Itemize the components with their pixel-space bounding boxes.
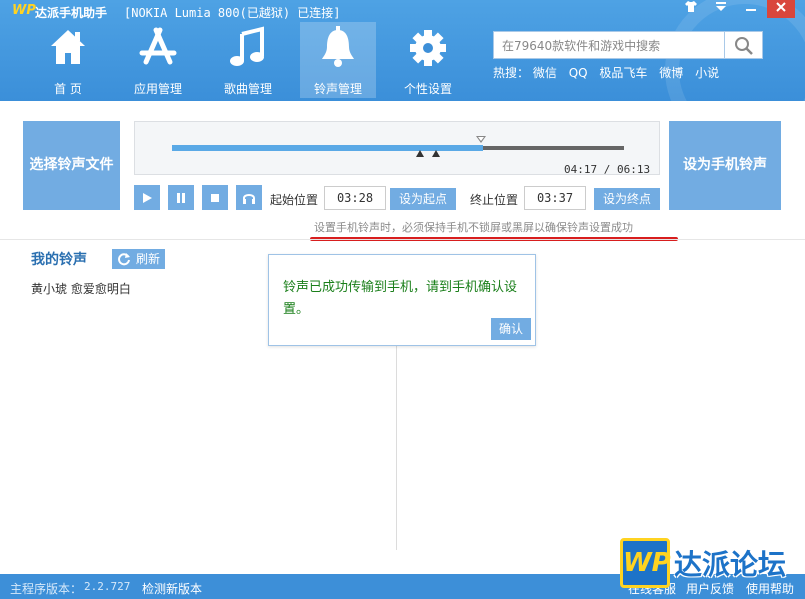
my-ringtones-title: 我的铃声 bbox=[31, 252, 87, 268]
nav-settings[interactable]: 个性设置 bbox=[390, 22, 466, 98]
choose-ringtone-file-button[interactable]: 选择铃声文件 bbox=[23, 121, 120, 210]
column-divider bbox=[396, 345, 397, 550]
set-start-button[interactable]: 设为起点 bbox=[390, 188, 456, 210]
hot-term[interactable]: 小说 bbox=[695, 66, 719, 80]
dialog-message: 铃声已成功传输到手机，请到手机确认设置。 bbox=[283, 280, 518, 317]
version-label: 主程序版本： bbox=[10, 582, 83, 596]
bell-icon bbox=[322, 26, 354, 67]
set-as-ringtone-button[interactable]: 设为手机铃声 bbox=[669, 121, 781, 210]
start-time-input[interactable]: 03:28 bbox=[324, 186, 386, 210]
app-store-icon bbox=[139, 27, 177, 65]
app-title: 达派手机助手 bbox=[35, 6, 108, 20]
current-time: 04:17 bbox=[564, 163, 598, 176]
refresh-button[interactable]: 刷新 bbox=[112, 249, 165, 269]
player-panel: 04:17 / 06:13 bbox=[134, 121, 660, 176]
skin-icon[interactable] bbox=[677, 0, 705, 18]
nav-label: 个性设置 bbox=[403, 82, 452, 96]
nav-label: 应用管理 bbox=[133, 82, 182, 96]
refresh-label: 刷新 bbox=[136, 252, 161, 266]
home-icon bbox=[51, 30, 85, 64]
start-marker[interactable] bbox=[416, 150, 424, 157]
stop-icon bbox=[211, 194, 219, 202]
end-position-label: 终止位置 bbox=[470, 193, 519, 207]
pause-button[interactable] bbox=[168, 185, 194, 210]
list-item[interactable]: 黄小琥 愈爱愈明白 bbox=[31, 280, 131, 297]
nav-home[interactable]: 首 页 bbox=[30, 22, 106, 98]
end-marker[interactable] bbox=[432, 150, 440, 157]
device-status: [NOKIA Lumia 800(已越狱) 已连接] bbox=[124, 6, 341, 20]
stop-button[interactable] bbox=[202, 185, 228, 210]
search-button[interactable] bbox=[725, 31, 763, 59]
play-button[interactable] bbox=[134, 185, 160, 210]
nav-music[interactable]: 歌曲管理 bbox=[210, 22, 286, 98]
search-input[interactable]: 在79640款软件和游戏中搜索 bbox=[493, 31, 725, 59]
menu-dropdown-icon[interactable] bbox=[707, 0, 735, 18]
total-time: 06:13 bbox=[617, 163, 651, 176]
version-number: 2.2.727 bbox=[84, 580, 131, 593]
hot-term[interactable]: 极品飞车 bbox=[599, 66, 647, 80]
nav-label: 首 页 bbox=[54, 82, 82, 96]
hot-term[interactable]: 微博 bbox=[659, 66, 683, 80]
refresh-icon bbox=[118, 253, 130, 266]
headphones-icon bbox=[243, 194, 255, 204]
nav-ringtones[interactable]: 铃声管理 bbox=[300, 22, 376, 98]
nav-label: 歌曲管理 bbox=[223, 82, 272, 96]
gear-icon bbox=[410, 30, 446, 66]
app-logo: WP bbox=[12, 3, 36, 18]
playhead-marker[interactable] bbox=[476, 136, 486, 143]
confirm-button[interactable]: 确认 bbox=[491, 318, 531, 340]
music-note-icon bbox=[230, 26, 264, 66]
hot-search-label: 热搜： bbox=[493, 66, 530, 80]
nav-apps[interactable]: 应用管理 bbox=[120, 22, 196, 98]
listen-button[interactable] bbox=[236, 185, 262, 210]
play-icon bbox=[143, 193, 152, 203]
minimize-icon[interactable] bbox=[737, 0, 765, 18]
start-position-label: 起始位置 bbox=[270, 193, 319, 207]
transfer-success-dialog: 铃声已成功传输到手机，请到手机确认设置。 确认 bbox=[268, 254, 536, 346]
hot-term[interactable]: QQ bbox=[569, 66, 588, 80]
check-update-link[interactable]: 检测新版本 bbox=[142, 580, 202, 597]
pause-icon bbox=[177, 193, 185, 203]
hot-search-row: 热搜： 微信 QQ 极品飞车 微博 小说 bbox=[493, 64, 727, 80]
search-icon bbox=[735, 37, 753, 55]
watermark-text: 达派论坛 bbox=[674, 548, 787, 581]
watermark-logo: WP bbox=[620, 538, 671, 588]
set-end-button[interactable]: 设为终点 bbox=[594, 188, 660, 210]
time-display: 04:17 / 06:13 bbox=[564, 163, 650, 176]
close-icon[interactable] bbox=[767, 0, 795, 18]
hot-term[interactable]: 微信 bbox=[533, 66, 557, 80]
time-separator: / bbox=[597, 163, 617, 176]
nav-label: 铃声管理 bbox=[313, 82, 362, 96]
header: WP 达派手机助手 [NOKIA Lumia 800(已越狱) 已连接] 首 页 bbox=[0, 0, 805, 101]
divider bbox=[0, 239, 805, 240]
end-time-input[interactable]: 03:37 bbox=[524, 186, 586, 210]
ringtone-notice: 设置手机铃声时，必须保持手机不锁屏或黑屏以确保铃声设置成功 bbox=[314, 221, 633, 234]
title-bar: WP 达派手机助手 [NOKIA Lumia 800(已越狱) 已连接] bbox=[0, 0, 805, 22]
